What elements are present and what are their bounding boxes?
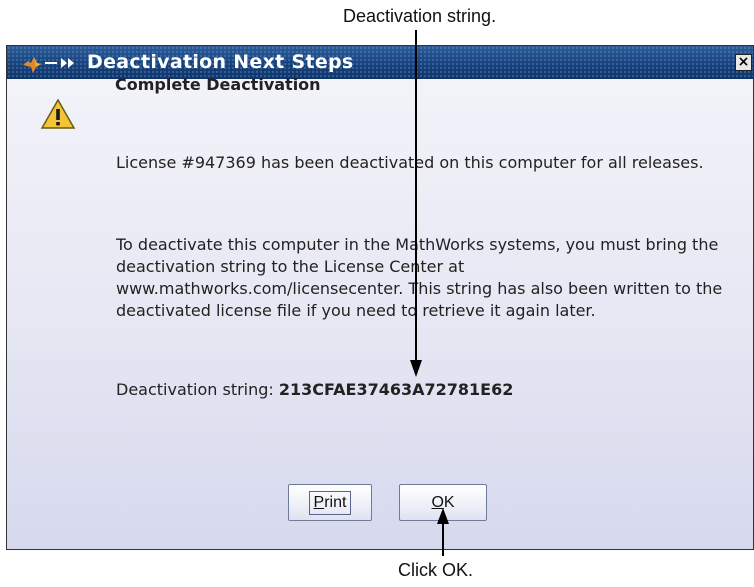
java-app-icon — [23, 57, 74, 73]
dialog-heading: Complete Deactivation — [115, 75, 321, 94]
deactivation-string-label: Deactivation string: — [116, 380, 274, 399]
window-title: Deactivation Next Steps — [87, 51, 354, 73]
callout-click-ok: Click OK. — [398, 560, 474, 580]
print-button-label: Print — [308, 490, 352, 515]
close-icon[interactable]: × — [735, 54, 752, 71]
deactivation-string-line: Deactivation string: 213CFAE37463A72781E… — [116, 379, 736, 401]
print-mnemonic: P — [313, 493, 325, 511]
deactivation-dialog: Deactivation Next Steps × Complete Deact… — [6, 45, 754, 550]
ok-mnemonic: O — [431, 493, 444, 511]
ok-label-rest: K — [443, 493, 455, 511]
license-deactivated-text: License #947369 has been deactivated on … — [116, 153, 704, 172]
warning-icon — [40, 98, 76, 129]
callout-deactivation-string: Deactivation string. — [343, 6, 497, 26]
instructions-text: To deactivate this computer in the MathW… — [116, 235, 723, 320]
deactivation-string-value: 213CFAE37463A72781E62 — [278, 380, 514, 399]
ok-button-label: OK — [431, 494, 454, 512]
ok-button[interactable]: OK — [399, 484, 487, 521]
print-button[interactable]: Print — [288, 484, 372, 521]
print-label-rest: rint — [324, 493, 347, 511]
